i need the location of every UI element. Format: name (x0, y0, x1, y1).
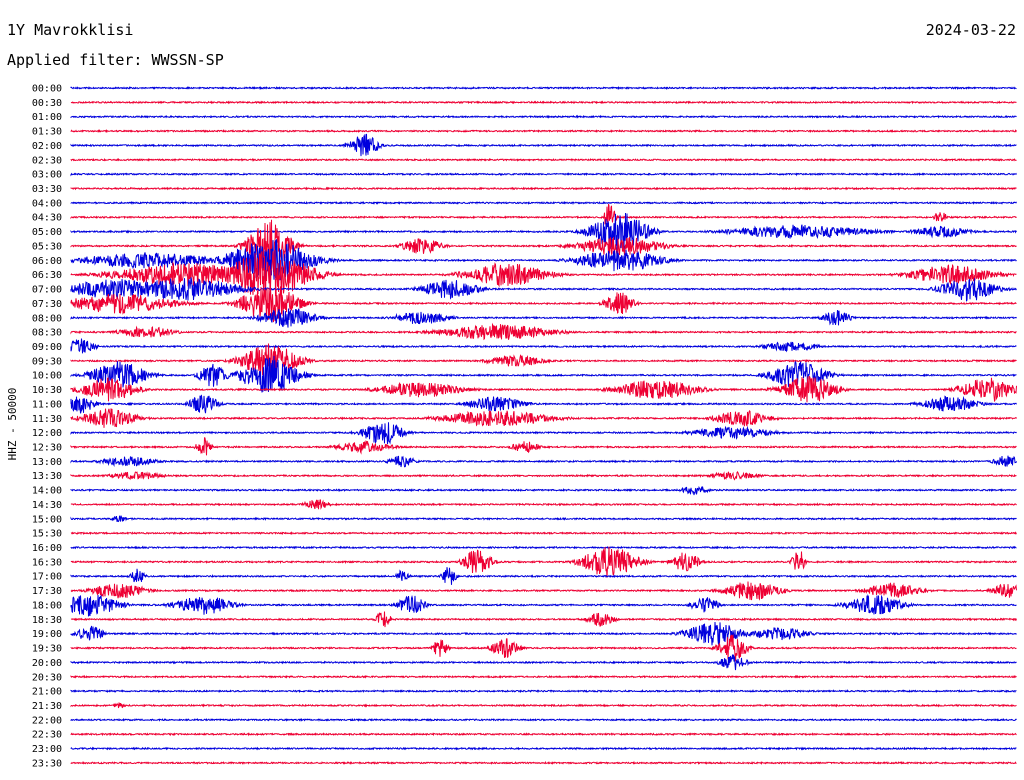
trace-line (70, 746, 1017, 751)
time-label-group: 00:00 00:30 01:00 01:30 02:00 02:30 03:00 03:30… (32, 84, 62, 770)
trace-line (70, 485, 1017, 496)
time-label: 03:30 (32, 184, 62, 195)
trace-line (70, 594, 1017, 617)
time-label: 01:30 (32, 127, 62, 138)
trace-line (70, 308, 1017, 328)
time-label: 19:30 (32, 644, 62, 655)
time-label: 12:30 (32, 443, 62, 454)
trace-line (70, 203, 1017, 227)
time-label: 20:00 (32, 658, 62, 669)
time-label: 02:30 (32, 155, 62, 166)
trace-line (70, 633, 1017, 662)
time-label: 13:30 (32, 471, 62, 482)
trace-line (70, 611, 1017, 628)
time-label: 15:00 (32, 514, 62, 525)
time-label: 21:30 (32, 701, 62, 712)
trace-line (70, 546, 1017, 578)
time-label: 22:00 (32, 715, 62, 726)
trace-line (70, 545, 1017, 550)
time-label: 21:00 (32, 687, 62, 698)
time-label: 03:00 (32, 170, 62, 181)
trace-line (70, 732, 1017, 737)
time-label: 23:30 (32, 758, 62, 769)
time-label: 08:30 (32, 328, 62, 339)
time-label: 20:30 (32, 672, 62, 683)
time-label: 07:30 (32, 299, 62, 310)
time-label: 04:30 (32, 213, 62, 224)
time-label: 00:30 (32, 98, 62, 109)
time-label: 01:00 (32, 112, 62, 123)
time-label: 19:00 (32, 629, 62, 640)
trace-line (70, 100, 1017, 105)
time-label: 09:30 (32, 356, 62, 367)
time-label: 18:30 (32, 615, 62, 626)
time-label: 07:00 (32, 285, 62, 296)
time-label: 11:30 (32, 414, 62, 425)
trace-line (70, 322, 1017, 341)
trace-line (70, 133, 1017, 157)
time-label: 06:30 (32, 270, 62, 281)
helicorder-plot: HHZ - 50000 00:00 00:30 01:00 01:30 02:00 02:… (6, 84, 1017, 770)
time-label: 13:00 (32, 457, 62, 468)
trace-line (70, 129, 1017, 134)
time-label: 23:00 (32, 744, 62, 755)
trace-line (70, 471, 1017, 481)
time-label: 17:30 (32, 586, 62, 597)
y-axis-label: HHZ - 50000 (6, 388, 19, 461)
time-label: 09:00 (32, 342, 62, 353)
trace-line (70, 114, 1017, 119)
trace-line (70, 567, 1017, 585)
time-label: 05:30 (32, 241, 62, 252)
trace-line (70, 277, 1017, 302)
time-label: 00:00 (32, 84, 62, 95)
time-label: 08:00 (32, 313, 62, 324)
trace-line (70, 689, 1017, 694)
trace-line (70, 186, 1017, 191)
trace-line (70, 701, 1017, 709)
trace-line (70, 515, 1017, 523)
trace-line (70, 531, 1017, 536)
time-label: 11:00 (32, 399, 62, 410)
station-title: 1Y Mavrokklisi (7, 21, 134, 39)
trace-line (70, 581, 1017, 601)
trace-line (70, 437, 1017, 456)
time-label: 10:00 (32, 371, 62, 382)
trace-line (70, 674, 1017, 679)
trace-line (70, 455, 1017, 468)
trace-line (70, 338, 1017, 354)
time-label: 14:00 (32, 486, 62, 497)
date-label: 2024-03-22 (925, 21, 1016, 39)
trace-line (70, 760, 1017, 765)
trace-group (70, 85, 1017, 765)
time-label: 15:30 (32, 529, 62, 540)
time-label: 14:30 (32, 500, 62, 511)
trace-line (70, 85, 1017, 91)
time-label: 16:00 (32, 543, 62, 554)
trace-line (70, 200, 1017, 206)
trace-line (70, 157, 1017, 162)
trace-line (70, 394, 1017, 414)
trace-line (70, 422, 1017, 445)
time-label: 04:00 (32, 198, 62, 209)
time-label: 16:30 (32, 557, 62, 568)
time-label: 06:00 (32, 256, 62, 267)
time-label: 18:00 (32, 600, 62, 611)
trace-line (70, 499, 1017, 510)
trace-line (70, 172, 1017, 177)
filter-label: Applied filter: WWSSN-SP (7, 51, 224, 69)
trace-line (70, 219, 1017, 273)
time-label: 10:30 (32, 385, 62, 396)
trace-line (70, 717, 1017, 722)
time-label: 05:00 (32, 227, 62, 238)
time-label: 12:00 (32, 428, 62, 439)
time-label: 17:00 (32, 572, 62, 583)
time-label: 22:30 (32, 730, 62, 741)
trace-line (70, 654, 1017, 671)
time-label: 02:00 (32, 141, 62, 152)
trace-line (70, 408, 1017, 428)
trace-line (70, 621, 1017, 646)
